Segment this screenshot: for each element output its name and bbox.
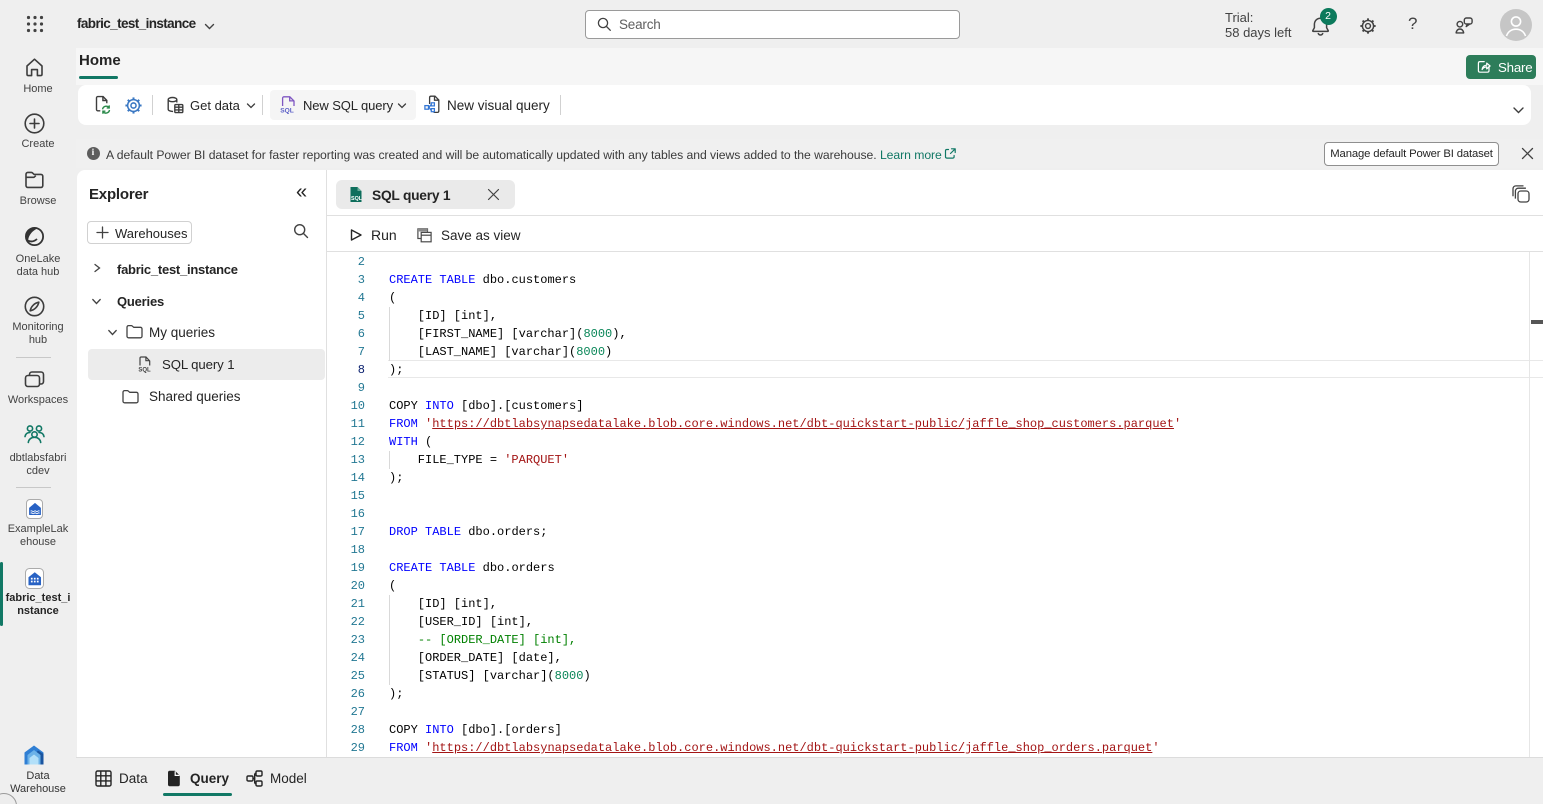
svg-text:SQL: SQL: [280, 107, 294, 114]
svg-text:SQL: SQL: [138, 368, 151, 373]
svg-text:SQL: SQL: [351, 196, 363, 202]
